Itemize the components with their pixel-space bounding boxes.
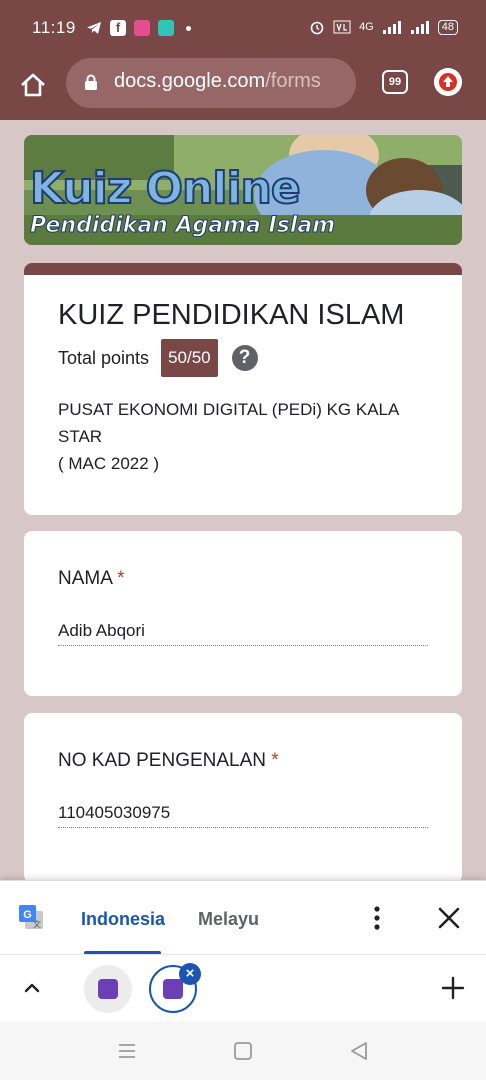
language-tab-melayu[interactable]: Melayu [198, 909, 259, 930]
browser-toolbar: docs.google.com/forms 99 [0, 58, 486, 120]
more-notifications-dot [186, 25, 191, 31]
status-notifications: f [86, 20, 191, 36]
form-title-card: KUIZ PENDIDIKAN ISLAM Total points 50/50… [24, 263, 462, 515]
points-label: Total points [58, 347, 150, 368]
question-label: NO KAD PENGENALAN * [58, 750, 279, 772]
form-header-banner: Kuiz Online Pendidikan Agama Islam [24, 135, 462, 245]
question-label: NAMA * [58, 568, 125, 590]
language-tab-indonesia[interactable]: Indonesia [81, 909, 165, 930]
translate-bar: G 文 Indonesia Melayu [0, 880, 486, 955]
answer-field-ic[interactable]: 110405030975 [58, 803, 170, 823]
url-path: /forms [265, 70, 321, 92]
answer-underline [58, 827, 428, 828]
points-badge: 50/50 [161, 339, 218, 377]
svg-text:G: G [23, 909, 32, 921]
lock-icon [85, 74, 97, 90]
chevron-up-icon[interactable] [22, 979, 42, 995]
answer-underline [58, 645, 428, 646]
required-asterisk: * [117, 568, 125, 589]
url-domain: docs.google.com [114, 70, 266, 92]
google-forms-icon [163, 979, 183, 999]
tab-thumbnail[interactable] [84, 965, 132, 1013]
description-line: PUSAT EKONOMI DIGITAL (PEDi) KG KALA [58, 400, 400, 419]
more-vert-icon[interactable] [366, 905, 388, 931]
required-asterisk: * [271, 750, 279, 771]
question-title: NAMA [58, 568, 112, 589]
add-icon[interactable] [440, 975, 466, 1001]
telegram-icon [87, 22, 101, 34]
close-tab-icon[interactable]: × [179, 963, 201, 985]
back-icon[interactable] [348, 1040, 370, 1062]
facebook-icon: f [110, 20, 126, 36]
help-icon[interactable]: ? [231, 345, 258, 371]
network-type: 4G [359, 21, 374, 33]
tab-switcher-button[interactable]: 99 [382, 70, 408, 94]
url-text: docs.google.com/forms [114, 70, 350, 93]
close-icon[interactable] [436, 905, 462, 931]
signal-icon [382, 21, 401, 34]
question-card-nama: NAMA * Adib Abqori [24, 531, 462, 696]
home-icon[interactable] [16, 68, 50, 102]
status-bar: 11:19 f 4G 48 [0, 0, 486, 58]
battery-indicator: 48 [437, 19, 458, 35]
alarm-icon [310, 21, 324, 35]
chat-notification-icon [158, 20, 174, 36]
answer-field-nama[interactable]: Adib Abqori [58, 621, 145, 641]
form-description: PUSAT EKONOMI DIGITAL (PEDi) KG KALA STA… [58, 396, 438, 477]
banner-subtitle: Pendidikan Agama Islam [29, 213, 336, 239]
google-forms-icon [98, 979, 118, 999]
description-line: ( MAC 2022 ) [58, 454, 160, 473]
question-card-ic: NO KAD PENGENALAN * 110405030975 [24, 713, 462, 883]
address-bar[interactable]: docs.google.com/forms [66, 58, 356, 108]
description-line: STAR [58, 427, 103, 446]
tab-group-strip: × [0, 954, 486, 1022]
banner-title: Kuiz Online [29, 162, 302, 215]
status-time: 11:19 [32, 18, 76, 37]
svg-text:文: 文 [33, 919, 41, 929]
google-translate-icon[interactable]: G 文 [17, 903, 45, 931]
volte-icon [333, 20, 351, 34]
question-title: NO KAD PENGENALAN [58, 750, 266, 771]
system-nav-bar [0, 1022, 486, 1080]
theme-stripe [24, 263, 462, 275]
points-row: Total points 50/50 ? [58, 339, 258, 377]
signal-2-icon [410, 21, 429, 34]
form-title: KUIZ PENDIDIKAN ISLAM [58, 299, 405, 331]
status-indicators: 4G 48 [309, 19, 458, 35]
update-icon[interactable] [434, 68, 462, 96]
nav-home-icon[interactable] [232, 1040, 254, 1062]
recents-icon[interactable] [116, 1040, 138, 1062]
app-notification-icon [134, 20, 150, 36]
